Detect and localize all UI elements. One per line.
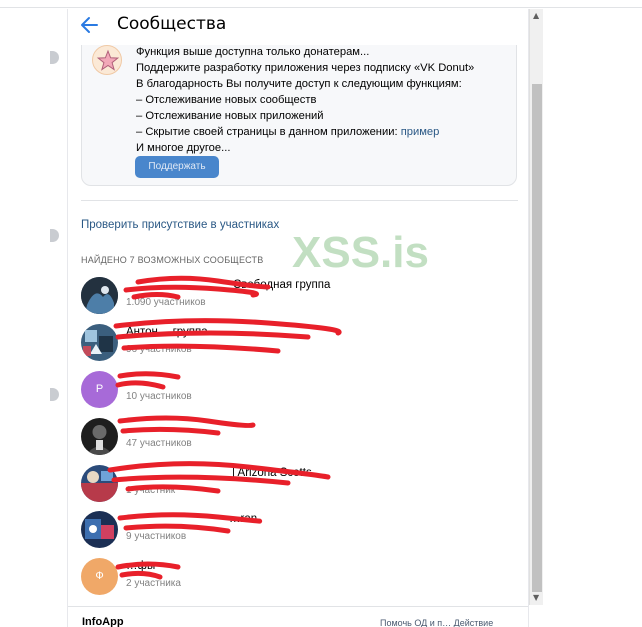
donut-line-text: – Скрытие своей страницы в данном прилож… <box>136 126 401 138</box>
group-members-count: 1 участник <box>126 485 176 496</box>
group-list-item[interactable]: Ф …фы 2 участника <box>81 558 511 598</box>
donut-line-hide-page: – Скрытие своей страницы в данном прилож… <box>136 124 474 140</box>
group-members-count: 2 участника <box>126 578 181 589</box>
group-list-item[interactable]: 47 участников <box>81 418 511 458</box>
avatar-letter: Ф <box>95 570 104 582</box>
donut-line: В благодарность Вы получите доступ к сле… <box>136 78 462 90</box>
group-members-count: 47 участников <box>126 438 192 449</box>
watermark: XSS.is <box>292 228 429 277</box>
donut-line: Функция выше доступна только донатерам..… <box>136 46 370 58</box>
divider <box>81 200 518 201</box>
scroll-down-arrow-icon[interactable]: ▼ <box>533 593 539 602</box>
donut-notice-text: Функция выше доступна только донатерам..… <box>136 44 474 156</box>
communities-panel: Функция выше доступна только донатерам..… <box>67 9 529 627</box>
scrollbar[interactable]: ▲ ▼ <box>529 9 543 605</box>
group-list-item[interactable]: …ran 9 участников <box>81 511 511 551</box>
donut-star-icon <box>92 45 122 75</box>
group-members-count: 96 участников <box>126 344 192 355</box>
group-name: Антон… группа <box>126 326 208 338</box>
group-name: …фы <box>126 560 156 572</box>
example-link[interactable]: пример <box>401 126 440 138</box>
group-avatar <box>81 418 118 455</box>
group-name: | Arizona Scotts <box>232 467 312 479</box>
group-avatar <box>81 277 118 314</box>
back-arrow-icon[interactable] <box>80 14 100 36</box>
left-edge-indicator <box>50 51 59 64</box>
group-members-count: 9 участников <box>126 531 187 542</box>
left-edge-indicator <box>50 229 59 242</box>
left-edge-indicator <box>50 388 59 401</box>
panel-footer: InfoApp Помочь ОД и п… Действие <box>68 606 528 627</box>
avatar-letter: Р <box>95 383 104 395</box>
page-title: Сообщества <box>117 14 227 34</box>
donut-line: – Отслеживание новых сообществ <box>136 94 317 106</box>
group-name: Свободная группа <box>233 279 331 291</box>
support-button[interactable]: Поддержать <box>135 156 219 178</box>
group-avatar <box>81 511 118 548</box>
scroll-up-arrow-icon[interactable]: ▲ <box>533 11 539 20</box>
group-name: …ran <box>229 513 258 525</box>
donut-line: – Отслеживание новых приложений <box>136 110 324 122</box>
donut-notice-card: Функция выше доступна только донатерам..… <box>81 31 517 186</box>
panel-header: Сообщества <box>68 9 528 45</box>
donut-line: И многое другое... <box>136 142 231 154</box>
donut-line: Поддержите разработку приложения через п… <box>136 62 475 74</box>
footer-app-name: InfoApp <box>82 616 124 627</box>
group-avatar: Ф <box>81 558 118 595</box>
group-members-count: 1.090 участников <box>126 297 206 308</box>
group-list-item[interactable]: Р 10 участников <box>81 371 511 411</box>
scroll-thumb[interactable] <box>532 84 542 592</box>
group-list-item[interactable]: Антон… группа 96 участников <box>81 324 511 364</box>
group-members-count: 10 участников <box>126 391 192 402</box>
window-top-strip <box>0 0 642 8</box>
group-avatar <box>81 465 118 502</box>
group-list-item[interactable]: | Arizona Scotts 1 участник <box>81 465 511 505</box>
check-presence-link[interactable]: Проверить присутствие в участниках <box>81 219 279 231</box>
footer-links[interactable]: Помочь ОД и п… Действие <box>380 618 493 627</box>
group-avatar <box>81 324 118 361</box>
group-list-item[interactable]: Свободная группа 1.090 участников <box>81 277 511 317</box>
found-count-label: НАЙДЕНО 7 ВОЗМОЖНЫХ СООБЩЕСТВ <box>81 255 264 265</box>
group-avatar: Р <box>81 371 118 408</box>
